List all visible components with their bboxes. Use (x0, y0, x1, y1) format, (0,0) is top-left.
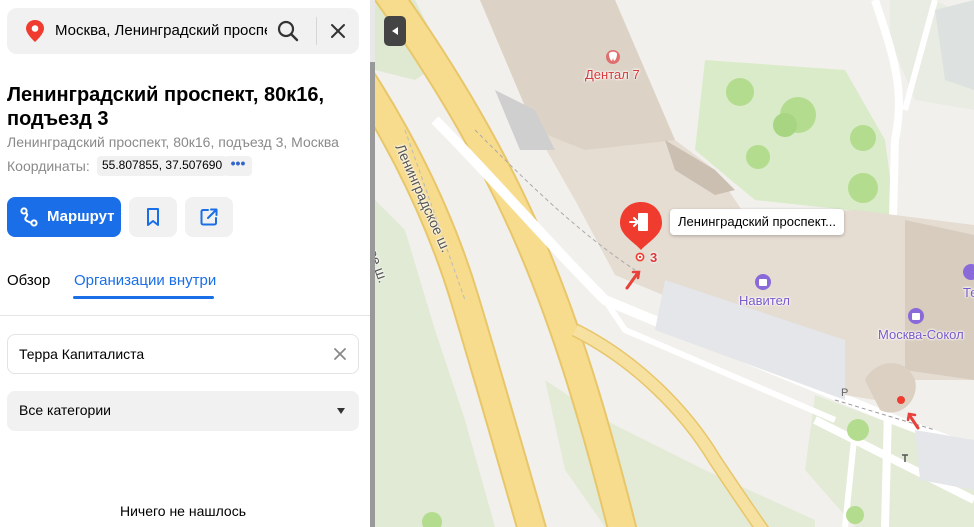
organization-search-input[interactable]: Терра Капиталиста (7, 334, 359, 374)
place-card-panel: Москва, Ленинградский проспект, 80к16, п… (0, 0, 370, 527)
coordinates-label: Координаты: (7, 158, 90, 174)
route-icon (20, 207, 38, 227)
close-icon[interactable] (326, 19, 350, 43)
route-button[interactable]: Маршрут (7, 197, 121, 237)
search-bar[interactable]: Москва, Ленинградский проспект, 80к16, п… (7, 8, 359, 54)
search-divider (316, 17, 317, 45)
chevron-left-icon (392, 27, 398, 35)
share-icon (200, 208, 218, 226)
clear-icon[interactable] (333, 347, 347, 361)
location-pin-icon (26, 20, 44, 42)
coordinates-value[interactable]: 55.807855, 37.507690 (97, 156, 228, 176)
bookmark-button[interactable] (129, 197, 177, 237)
tabs-divider (0, 315, 370, 316)
map-canvas[interactable]: P (375, 0, 974, 527)
marker-callout[interactable]: Ленинградский проспект... (670, 209, 844, 235)
poi-moskva-sokol-label[interactable]: Москва-Сокол (878, 327, 964, 342)
entrance-number: 3 (650, 250, 658, 265)
dropdown-arrow-icon (337, 408, 345, 414)
bookmark-icon (147, 208, 159, 226)
empty-results-message: Ничего не нашлось (119, 503, 247, 519)
place-address: Ленинградский проспект, 80к16, подъезд 3… (7, 134, 339, 150)
share-button[interactable] (185, 197, 233, 237)
category-select-value: Все категории (19, 402, 111, 418)
svg-text:P: P (841, 387, 848, 399)
active-tab-indicator (73, 296, 214, 299)
coordinates-more-button[interactable]: ••• (224, 156, 252, 176)
place-title: Ленинградский проспект, 80к16, подъезд 3 (7, 84, 325, 130)
entrance-marker[interactable] (618, 200, 664, 256)
tab-overview[interactable]: Обзор (7, 272, 50, 289)
tab-organizations-inside[interactable]: Организации внутри (74, 272, 216, 289)
poi-truncated-label[interactable]: Те (963, 285, 974, 300)
route-button-label: Маршрут (47, 208, 115, 225)
entrance-point-icon (635, 252, 645, 262)
search-icon[interactable] (275, 18, 301, 44)
category-select[interactable]: Все категории (7, 391, 359, 431)
poi-dental7-label[interactable]: Дентал 7 (585, 67, 640, 82)
map-view[interactable]: P Дентал 7 Навител Москва-Сокол Те Ленин… (375, 0, 974, 527)
poi-navitel-label[interactable]: Навител (739, 293, 790, 308)
search-input[interactable]: Москва, Ленинградский проспект, 80к16, п… (55, 22, 267, 39)
organization-search-value: Терра Капиталиста (19, 346, 145, 362)
collapse-panel-button[interactable] (384, 16, 406, 46)
